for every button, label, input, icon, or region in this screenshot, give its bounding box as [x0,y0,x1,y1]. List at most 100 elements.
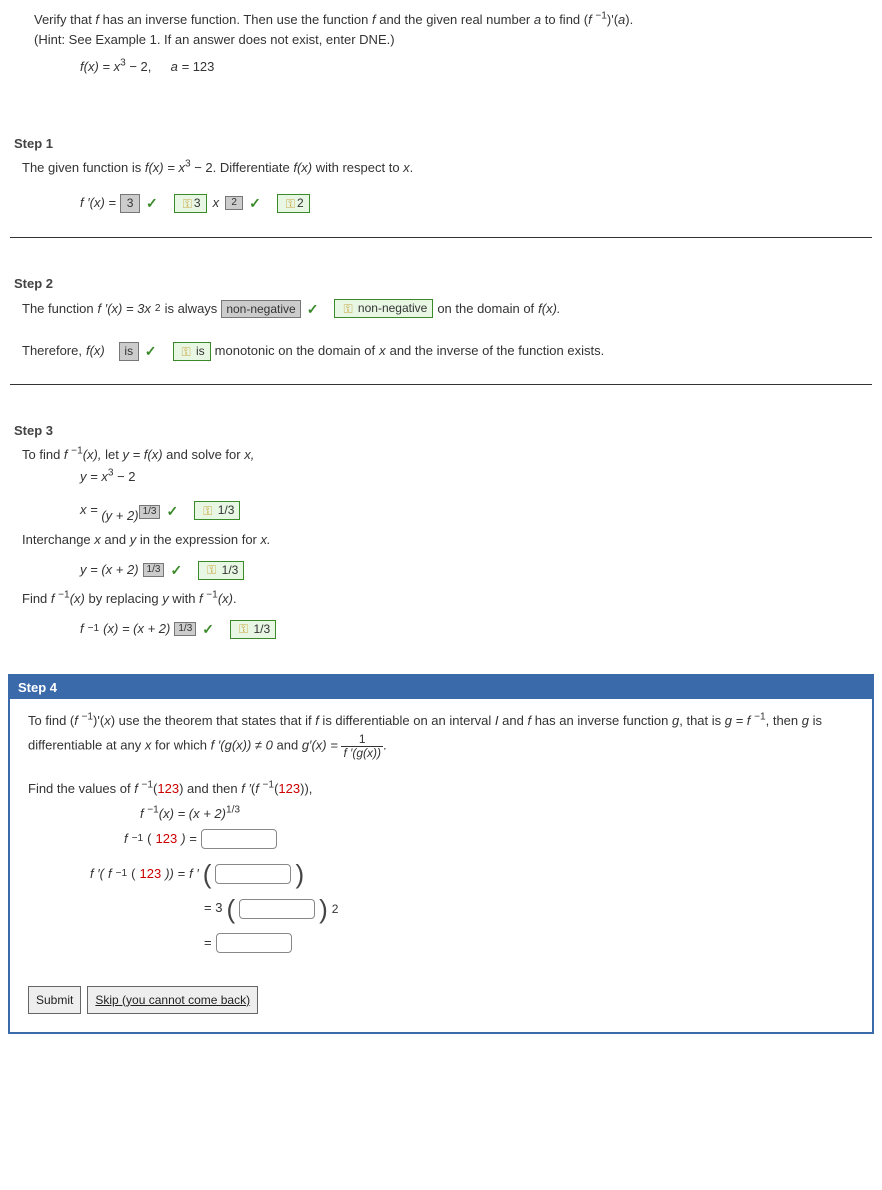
text: Find [22,591,51,606]
fprime-label: f ′(x) = [80,191,116,216]
check-icon: ✓ [305,297,321,322]
x: x. [261,532,271,547]
answer-exp[interactable]: 2 [225,196,243,210]
key-icon: ⚿ [179,345,193,359]
check-icon: ✓ [144,190,160,217]
input-final[interactable] [216,933,292,953]
text: and then [183,781,241,796]
answer-nonneg[interactable]: non-negative [221,300,300,318]
text: and [273,738,302,753]
lp: ( [131,862,135,887]
answer-exp-13a[interactable]: 1/3 [139,505,161,519]
text: )'( [607,12,618,27]
fprime-open: f ′ [189,862,199,887]
correct-13c: ⚿ 1/3 [230,620,276,639]
fraction: 1 f ′(g(x)) [341,733,383,759]
step4-panel: Step 4 To find (f −1)'(x) use the theore… [8,674,874,1035]
fpfinv-a: f ′( [90,862,104,887]
correct-coef: ⚿3 [174,194,207,213]
fprime: f ′(x) = 3x [98,298,151,321]
check-icon: ✓ [164,499,180,524]
text: is differentiable on an interval [319,713,495,728]
finv-exp: −1 [71,445,83,456]
answer-exp-13c[interactable]: 1/3 [174,622,196,636]
a-eq: a = [171,59,193,74]
key-icon: ⚿ [283,197,297,211]
check-icon: ✓ [200,617,216,642]
text: on the domain of [437,298,534,321]
numerator: 1 [341,733,383,747]
finv-arg: (x), [83,447,102,462]
text: ) use the theorem that states that if [111,713,316,728]
text: , [309,781,313,796]
fx-eq: f(x) = x [80,59,120,74]
hint-text: (Hint: See Example 1. If an answer does … [34,30,852,50]
step3-header: Step 3 [0,407,882,444]
lp: ( [147,827,151,852]
yeq2: y = (x + 2) [80,559,139,582]
finv-x: (x) = (x + 2) [159,806,226,821]
step2-body: The function f ′(x) = 3x2 is always non-… [0,297,882,376]
rp: ) = [181,827,197,852]
text: and the inverse of the function exists. [390,340,605,363]
text: Find the values of [28,781,134,796]
text: and [499,713,528,728]
answer-exp-13b[interactable]: 1/3 [143,563,165,577]
red-a: 123 [156,827,178,852]
base: (y + 2) [101,508,138,523]
eq-y: y = x3 − 2 [22,466,860,488]
red-a: 123 [278,781,300,796]
exp13: 1/3 [226,805,240,816]
step3-body: To find f −1(x), let y = f(x) and solve … [0,444,882,654]
exp: −1 [595,11,607,22]
step2-header: Step 2 [0,260,882,297]
text: . [233,591,237,606]
key-icon: ⚿ [200,504,214,518]
separator [10,384,872,385]
correct-13b: ⚿ 1/3 [198,561,244,580]
submit-button[interactable]: Submit [28,986,81,1015]
skip-button[interactable]: Skip (you cannot come back) [87,986,258,1015]
correct-nonneg: ⚿ non-negative [334,299,433,318]
correct-exp: ⚿2 [277,194,310,213]
text: and solve for [163,447,245,462]
text: Therefore, [22,340,82,363]
text: The given function is [22,160,145,175]
check-icon: ✓ [168,558,184,583]
text: by replacing [85,591,162,606]
answer-is[interactable]: is [119,342,139,360]
fx: f(x) [86,340,105,363]
eq1-tail: − 2 [113,469,135,484]
text: has an inverse function [531,713,672,728]
text: and [101,532,130,547]
step1-body: The given function is f(x) = x3 − 2. Dif… [0,157,882,228]
page-root: Verify that f has an inverse function. T… [0,0,882,1054]
step4-body: To find (f −1)'(x) use the theorem that … [10,699,872,1033]
answer-coef[interactable]: 3 [120,194,140,212]
input-fprime-arg[interactable] [215,864,291,884]
denominator: f ′(g(x)) [341,747,383,760]
yeq: y = f(x) [122,447,162,462]
correct-is: ⚿ is [173,342,211,361]
text: The function [22,298,94,321]
text: . [410,160,414,175]
finv-eq: (x) = (x + 2) [103,618,170,641]
key-icon: ⚿ [204,563,218,577]
text: let [101,447,122,462]
text: and the given real number [376,12,534,27]
text: monotonic on the domain of [215,340,375,363]
text: ). [625,12,633,27]
x: x [379,340,386,363]
input-3arg[interactable] [239,899,315,919]
fx-tail: − 2, [126,59,152,74]
step4-header: Step 4 [10,676,872,699]
correct-13a: ⚿ 1/3 [194,501,240,520]
text: has an inverse function. Then use the fu… [99,12,372,27]
red-a: 123 [140,862,162,887]
fx: f(x). [538,298,560,321]
key-icon: ⚿ [180,197,194,211]
separator [10,237,872,238]
text: , that is [679,713,725,728]
text: to find ( [541,12,588,27]
input-finv123[interactable] [201,829,277,849]
